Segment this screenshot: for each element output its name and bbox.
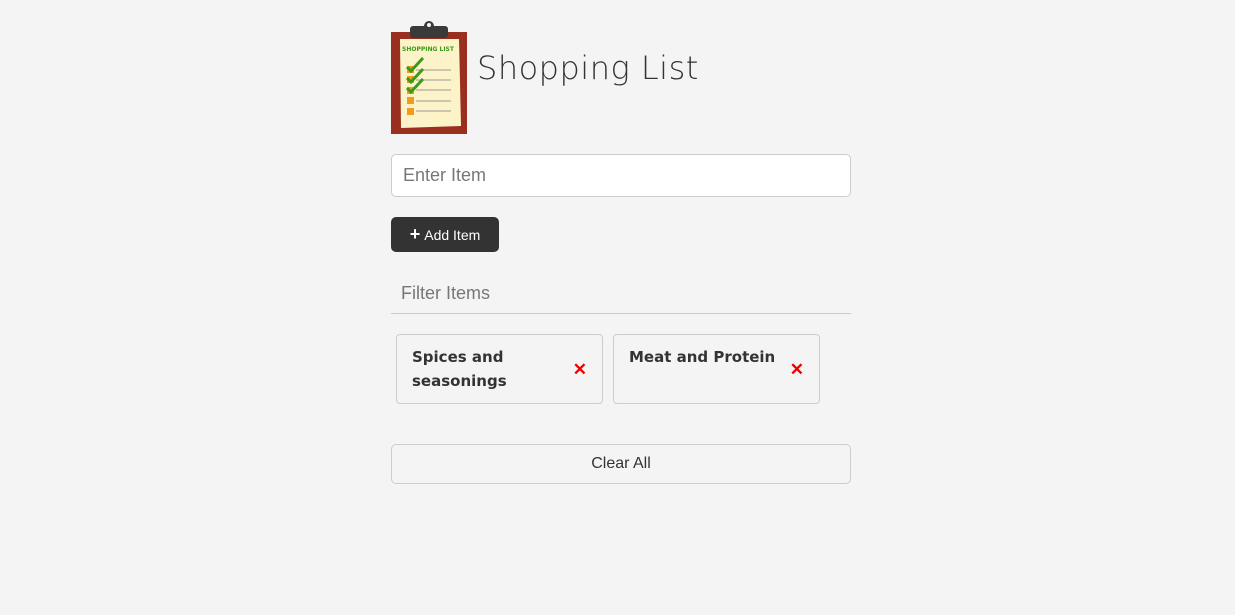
add-item-label: Add Item [424,226,481,243]
clipboard-logo: SHOPPING LIST [391,20,467,135]
app-header: SHOPPING LIST Shopping List [391,20,851,135]
list-item-label: Spices and seasonings [412,348,507,390]
plus-icon: + [409,223,421,244]
page-title: Shopping List [477,49,699,88]
close-icon[interactable]: ✕ [573,361,587,378]
clipboard-icon: SHOPPING LIST [391,21,467,134]
list-item: Meat and Protein ✕ [613,334,820,404]
list-item: Spices and seasonings ✕ [396,334,603,404]
clear-all-button[interactable]: Clear All [391,444,851,484]
close-icon[interactable]: ✕ [790,361,804,378]
filter-input[interactable] [391,273,851,314]
add-item-button[interactable]: + Add Item [391,217,499,252]
app-container: SHOPPING LIST Shopping List Enter Item +… [391,20,851,484]
item-list: Spices and seasonings ✕ Meat and Protein… [396,334,851,404]
item-input[interactable] [391,154,851,197]
logo-text: SHOPPING LIST [402,46,455,53]
list-item-label: Meat and Protein [629,348,776,366]
